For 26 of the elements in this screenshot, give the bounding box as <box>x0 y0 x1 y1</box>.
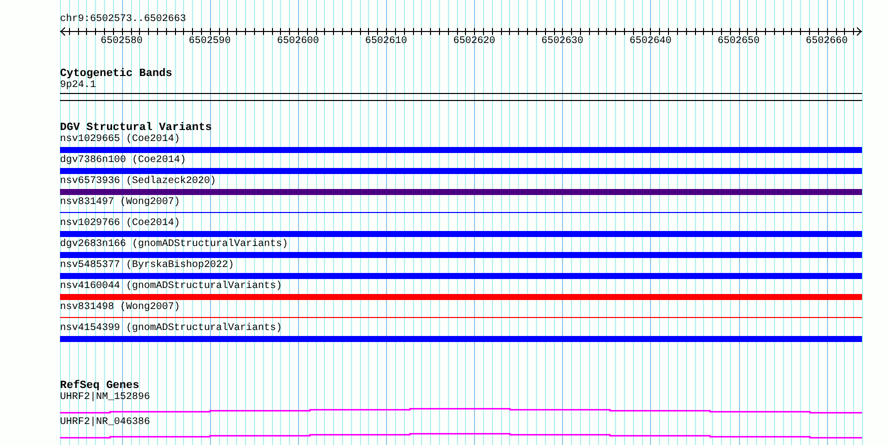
position-label: 6502610 <box>365 36 408 48</box>
feature-label: nsv6573936 (Sedlazeck2020) <box>60 176 216 188</box>
position-label: 6502620 <box>453 36 496 48</box>
feature-label: nsv4154399 (gnomADStructuralVariants) <box>60 323 282 335</box>
position-label: 6502660 <box>806 36 848 48</box>
feature-label: UHRF2|NR_046386 <box>60 417 150 429</box>
feature-label: UHRF2|NM_152896 <box>60 392 150 404</box>
position-label: 6502580 <box>100 36 143 48</box>
feature-label: nsv1029665 (Coe2014) <box>60 134 180 146</box>
position-label: 6502600 <box>276 36 319 48</box>
position-label: 6502630 <box>541 36 584 48</box>
track-title: Cytogenetic Bands <box>60 68 172 80</box>
feature-label: dgv7386n100 (Coe2014) <box>60 155 186 167</box>
feature-label: nsv831497 (Wong2007) <box>60 197 180 209</box>
position-label: 6502590 <box>188 36 231 48</box>
track-title: DGV Structural Variants <box>60 122 212 134</box>
location-label: chr9:6502573..6502663 <box>60 14 186 26</box>
feature-label: nsv5485377 (ByrskaBishop2022) <box>60 260 234 272</box>
feature-label: 9p24.1 <box>60 80 96 92</box>
feature-label: nsv4160044 (gnomADStructuralVariants) <box>60 281 282 293</box>
feature-label: nsv831498 (Wong2007) <box>60 302 180 314</box>
position-label: 6502640 <box>629 36 672 48</box>
position-label: 6502650 <box>718 36 760 48</box>
feature-label: dgv2683n166 (gnomADStructuralVariants) <box>60 239 288 251</box>
track-title: RefSeq Genes <box>60 380 140 392</box>
feature-label: nsv1029766 (Coe2014) <box>60 218 180 230</box>
